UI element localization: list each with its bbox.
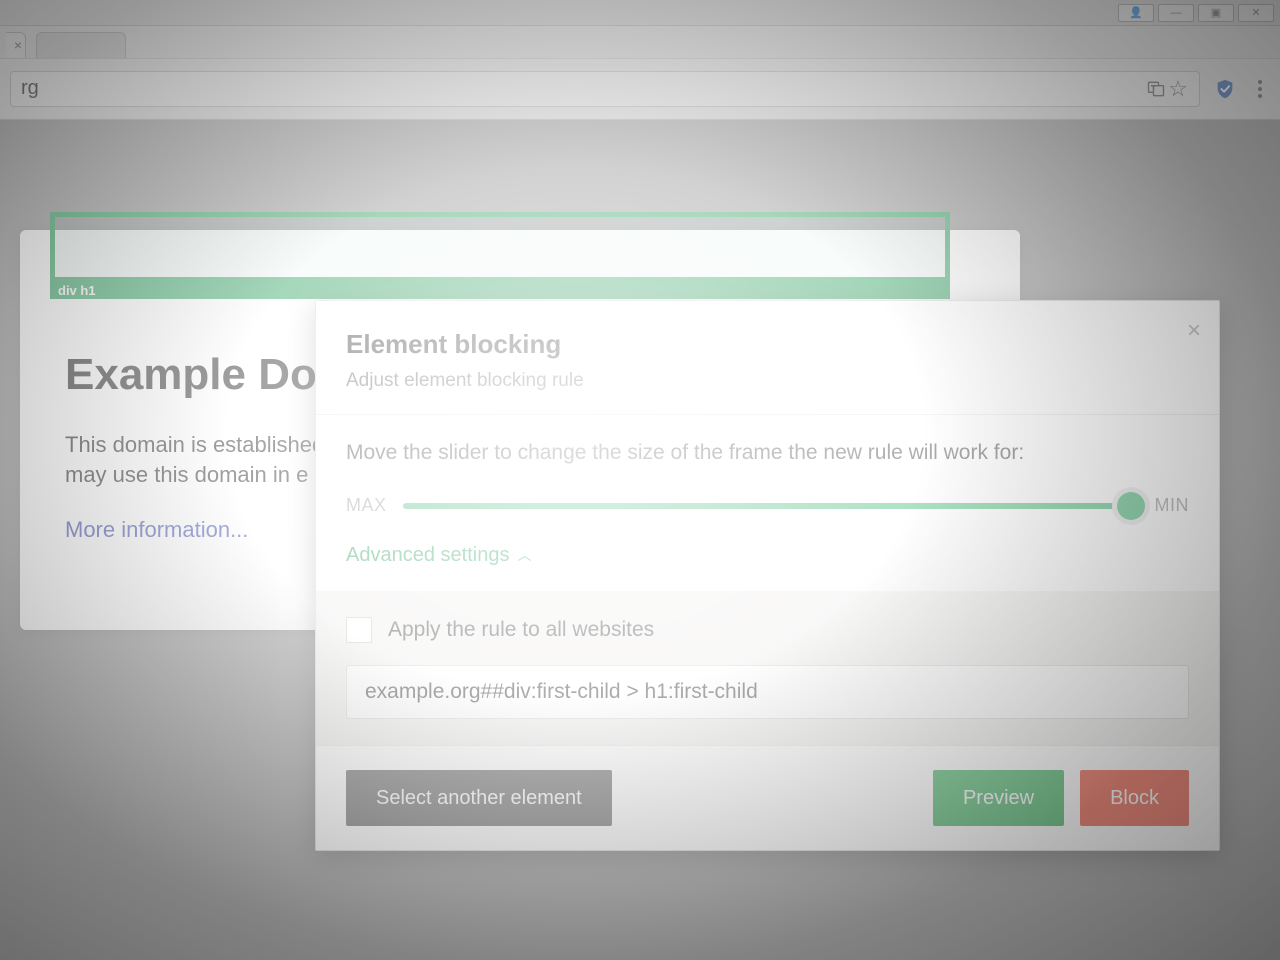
slider-track[interactable] — [403, 503, 1139, 509]
element-selector-label: div h1 — [50, 281, 950, 299]
url-text: rg — [21, 77, 39, 100]
more-info-link[interactable]: More information... — [65, 517, 248, 542]
minimize-button[interactable]: — — [1158, 4, 1194, 22]
select-another-button[interactable]: Select another element — [346, 770, 612, 826]
close-window-button[interactable]: ✕ — [1238, 4, 1274, 22]
frame-size-slider[interactable]: MAX MIN — [346, 495, 1189, 516]
slider-max-label: MAX — [346, 495, 387, 516]
address-row: rg ☆ — [0, 58, 1280, 118]
close-icon[interactable]: × — [1187, 317, 1201, 345]
preview-button[interactable]: Preview — [933, 770, 1064, 826]
advanced-panel: Apply the rule to all websites — [316, 591, 1219, 745]
apply-all-checkbox[interactable] — [346, 617, 372, 643]
rule-input[interactable] — [346, 665, 1189, 719]
slider-min-label: MIN — [1155, 495, 1190, 516]
modal-body: Move the slider to change the size of th… — [316, 415, 1219, 591]
modal-header: Element blocking Adjust element blocking… — [316, 301, 1219, 414]
element-highlight — [50, 212, 950, 282]
menu-icon[interactable] — [1250, 77, 1270, 101]
tab-close-icon[interactable]: × — [10, 37, 26, 53]
browser-tab[interactable] — [36, 32, 126, 58]
apply-all-label: Apply the rule to all websites — [388, 618, 654, 642]
block-button[interactable]: Block — [1080, 770, 1189, 826]
modal-footer: Select another element Preview Block — [316, 745, 1219, 850]
modal-subtitle: Adjust element blocking rule — [346, 370, 1189, 392]
advanced-settings-label: Advanced settings — [346, 544, 509, 567]
tab-strip: × — [0, 26, 1280, 58]
shield-icon[interactable] — [1214, 78, 1236, 100]
element-blocking-modal: Element blocking Adjust element blocking… — [315, 300, 1220, 851]
toolbar-right — [1214, 77, 1270, 101]
address-bar[interactable]: rg ☆ — [10, 71, 1200, 107]
apply-all-row: Apply the rule to all websites — [346, 617, 1189, 643]
translate-icon[interactable] — [1145, 78, 1167, 100]
star-icon[interactable]: ☆ — [1167, 78, 1189, 100]
chevron-up-icon: ︿ — [517, 545, 531, 565]
user-icon[interactable]: 👤 — [1118, 4, 1154, 22]
maximize-button[interactable]: ▣ — [1198, 4, 1234, 22]
slider-thumb[interactable] — [1117, 492, 1145, 520]
advanced-settings-toggle[interactable]: Advanced settings ︿ — [346, 544, 531, 567]
modal-title: Element blocking — [346, 329, 1189, 360]
browser-chrome: 👤 — ▣ ✕ × rg ☆ — [0, 0, 1280, 120]
window-titlebar: 👤 — ▣ ✕ — [0, 0, 1280, 26]
slider-instructions: Move the slider to change the size of th… — [346, 441, 1189, 465]
